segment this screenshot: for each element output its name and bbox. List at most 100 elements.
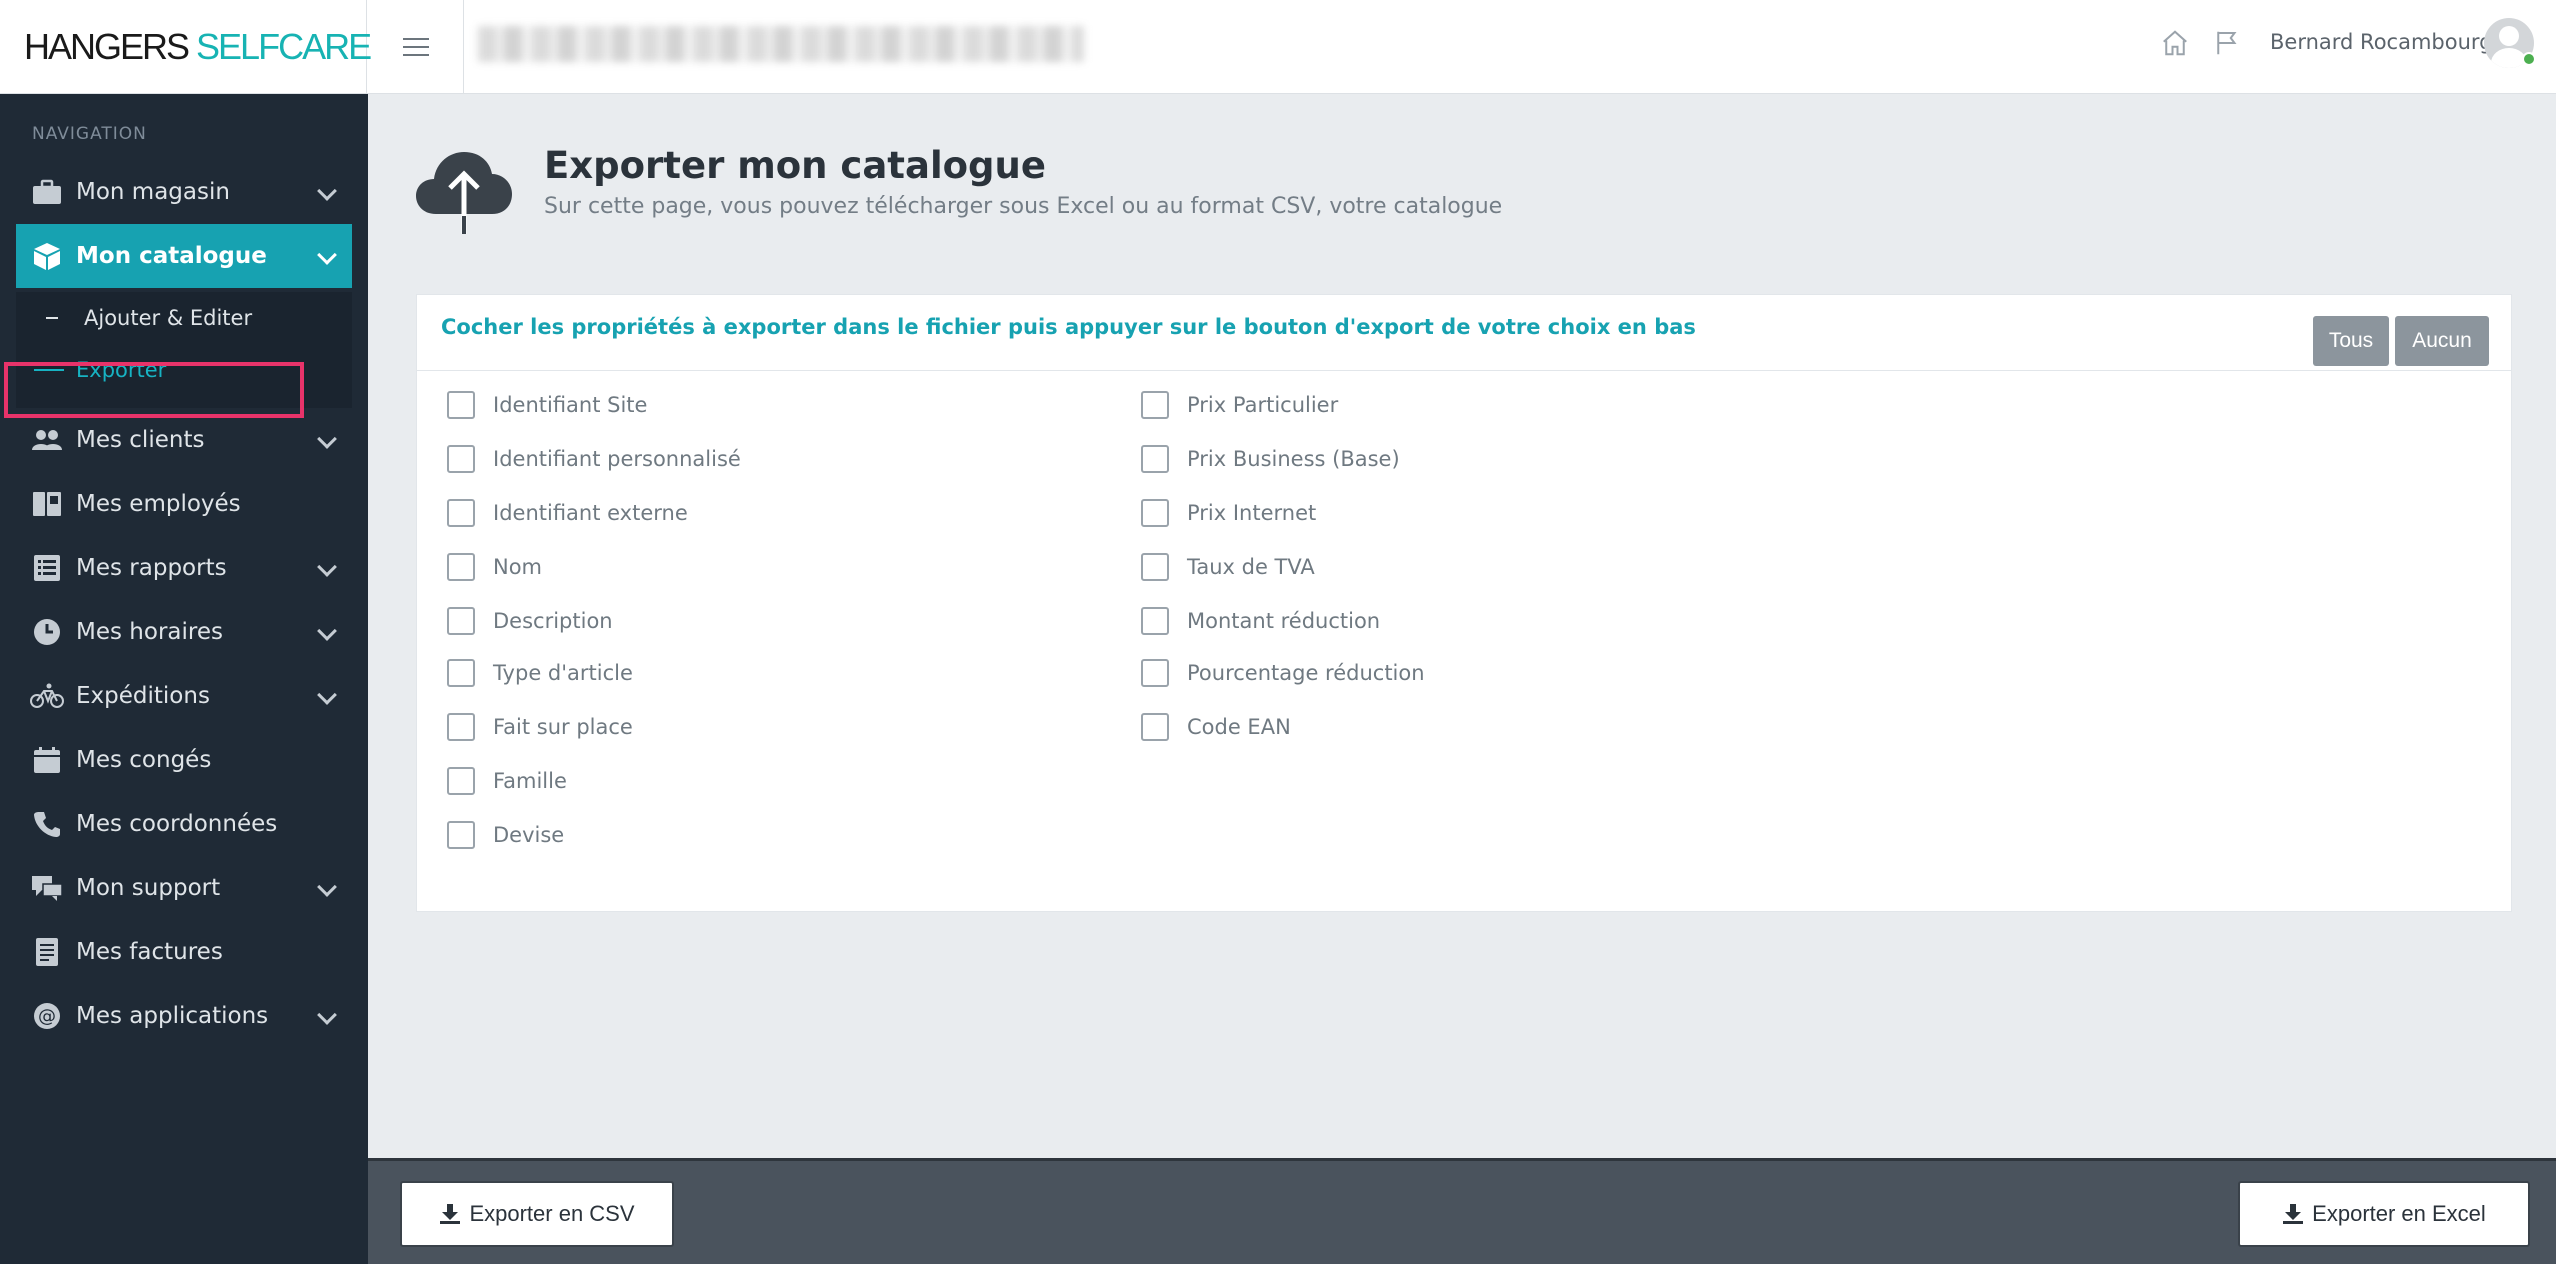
option-description[interactable]: Description (447, 607, 613, 635)
checkbox[interactable] (447, 553, 475, 581)
chevron-down-icon (317, 557, 337, 577)
option-identifiant-site[interactable]: Identifiant Site (447, 391, 647, 419)
dash-icon (46, 317, 58, 319)
checkbox[interactable] (1141, 553, 1169, 581)
export-footer: Exporter en CSV Exporter en Excel (368, 1158, 2556, 1264)
option-label: Identifiant externe (493, 501, 688, 525)
users-icon (30, 423, 64, 457)
comments-icon (30, 871, 64, 905)
option-label: Prix Particulier (1187, 393, 1339, 417)
checkbox[interactable] (447, 391, 475, 419)
sidebar-item-mes-rapports[interactable]: Mes rapports (16, 536, 352, 600)
option-type-article[interactable]: Type d'article (447, 659, 633, 687)
flag-icon[interactable] (2212, 28, 2242, 58)
submenu-item-label: Ajouter & Editer (84, 306, 253, 330)
select-none-button[interactable]: Aucun (2395, 316, 2489, 366)
option-prix-business[interactable]: Prix Business (Base) (1141, 445, 1400, 473)
option-label: Taux de TVA (1187, 555, 1315, 579)
sidebar-item-label: Mon magasin (76, 179, 230, 205)
chevron-down-icon (317, 429, 337, 449)
option-devise[interactable]: Devise (447, 821, 564, 849)
briefcase-icon (30, 175, 64, 209)
checkbox[interactable] (447, 445, 475, 473)
submenu-item-ajouter-editer[interactable]: Ajouter & Editer (16, 306, 252, 330)
hamburger-icon (402, 46, 429, 48)
checkbox[interactable] (447, 821, 475, 849)
option-label: Pourcentage réduction (1187, 661, 1425, 685)
chevron-down-icon (317, 877, 337, 897)
sidebar-item-label: Mes rapports (76, 555, 227, 581)
sidebar-item-expeditions[interactable]: Expéditions (16, 664, 352, 728)
sidebar-item-mes-factures[interactable]: Mes factures (16, 920, 352, 984)
select-all-button[interactable]: Tous (2313, 316, 2389, 366)
option-taux-tva[interactable]: Taux de TVA (1141, 553, 1315, 581)
checkbox[interactable] (447, 607, 475, 635)
option-label: Prix Business (Base) (1187, 447, 1400, 471)
card-instruction: Cocher les propriétés à exporter dans le… (441, 315, 1696, 339)
logo-part2: SELFCARE (196, 26, 372, 67)
chevron-down-icon (317, 245, 337, 265)
option-famille[interactable]: Famille (447, 767, 567, 795)
option-montant-reduction[interactable]: Montant réduction (1141, 607, 1380, 635)
option-code-ean[interactable]: Code EAN (1141, 713, 1291, 741)
export-properties-card: Cocher les propriétés à exporter dans le… (416, 294, 2512, 912)
checkbox[interactable] (1141, 607, 1169, 635)
option-fait-sur-place[interactable]: Fait sur place (447, 713, 633, 741)
logo-part1: HANGERS (24, 26, 190, 67)
menu-toggle-button[interactable] (368, 0, 464, 94)
sidebar-item-label: Mes horaires (76, 619, 223, 645)
sidebar-item-label: Expéditions (76, 683, 210, 709)
bicycle-icon (30, 679, 64, 713)
home-icon[interactable] (2160, 28, 2190, 58)
option-label: Famille (493, 769, 567, 793)
option-label: Montant réduction (1187, 609, 1381, 633)
sidebar-item-mes-applications[interactable]: @ Mes applications (16, 984, 352, 1048)
sidebar-item-mes-employes[interactable]: Mes employés (16, 472, 352, 536)
export-csv-button[interactable]: Exporter en CSV (400, 1181, 674, 1247)
option-identifiant-externe[interactable]: Identifiant externe (447, 499, 688, 527)
export-csv-label: Exporter en CSV (469, 1201, 635, 1226)
card-header: Cocher les propriétés à exporter dans le… (417, 295, 2511, 371)
app-logo[interactable]: HANGERS SELFCARE (0, 0, 372, 94)
sidebar-item-label: Mes applications (76, 1003, 269, 1029)
page-subtitle: Sur cette page, vous pouvez télécharger … (544, 194, 1503, 219)
sidebar-item-mon-magasin[interactable]: Mon magasin (16, 160, 352, 224)
option-label: Devise (493, 823, 565, 847)
sidebar-item-label: Mes congés (76, 747, 212, 773)
export-excel-button[interactable]: Exporter en Excel (2238, 1181, 2530, 1247)
sidebar-item-mes-coordonnees[interactable]: Mes coordonnées (16, 792, 352, 856)
sidebar-item-label: Mes coordonnées (76, 811, 278, 837)
download-icon (2283, 1204, 2304, 1224)
sidebar-item-mes-horaires[interactable]: Mes horaires (16, 600, 352, 664)
option-label: Fait sur place (493, 715, 633, 739)
checkbox[interactable] (1141, 713, 1169, 741)
checkbox[interactable] (1141, 445, 1169, 473)
option-pourcentage-reduction[interactable]: Pourcentage réduction (1141, 659, 1425, 687)
sidebar-item-mon-support[interactable]: Mon support (16, 856, 352, 920)
calendar-icon (30, 743, 64, 777)
sidebar-item-mes-clients[interactable]: Mes clients (16, 408, 352, 472)
chevron-down-icon (317, 621, 337, 641)
checkbox[interactable] (447, 659, 475, 687)
option-prix-particulier[interactable]: Prix Particulier (1141, 391, 1338, 419)
sidebar-item-mes-conges[interactable]: Mes congés (16, 728, 352, 792)
at-icon: @ (30, 999, 64, 1033)
invoice-icon (30, 935, 64, 969)
export-excel-label: Exporter en Excel (2312, 1201, 2486, 1226)
checkbox[interactable] (447, 713, 475, 741)
checkbox[interactable] (1141, 391, 1169, 419)
checkbox[interactable] (1141, 659, 1169, 687)
option-identifiant-personnalise[interactable]: Identifiant personnalisé (447, 445, 741, 473)
user-name[interactable]: Bernard Rocambourg (2270, 30, 2493, 54)
checkbox[interactable] (447, 767, 475, 795)
sidebar-item-mon-catalogue[interactable]: Mon catalogue (16, 224, 352, 288)
checkbox[interactable] (1141, 499, 1169, 527)
option-label: Prix Internet (1187, 501, 1317, 525)
option-prix-internet[interactable]: Prix Internet (1141, 499, 1316, 527)
option-label: Identifiant personnalisé (493, 447, 741, 471)
clock-icon (30, 615, 64, 649)
blurred-breadcrumb (478, 26, 1084, 62)
option-nom[interactable]: Nom (447, 553, 542, 581)
sidebar-item-label: Mon support (76, 875, 221, 901)
checkbox[interactable] (447, 499, 475, 527)
